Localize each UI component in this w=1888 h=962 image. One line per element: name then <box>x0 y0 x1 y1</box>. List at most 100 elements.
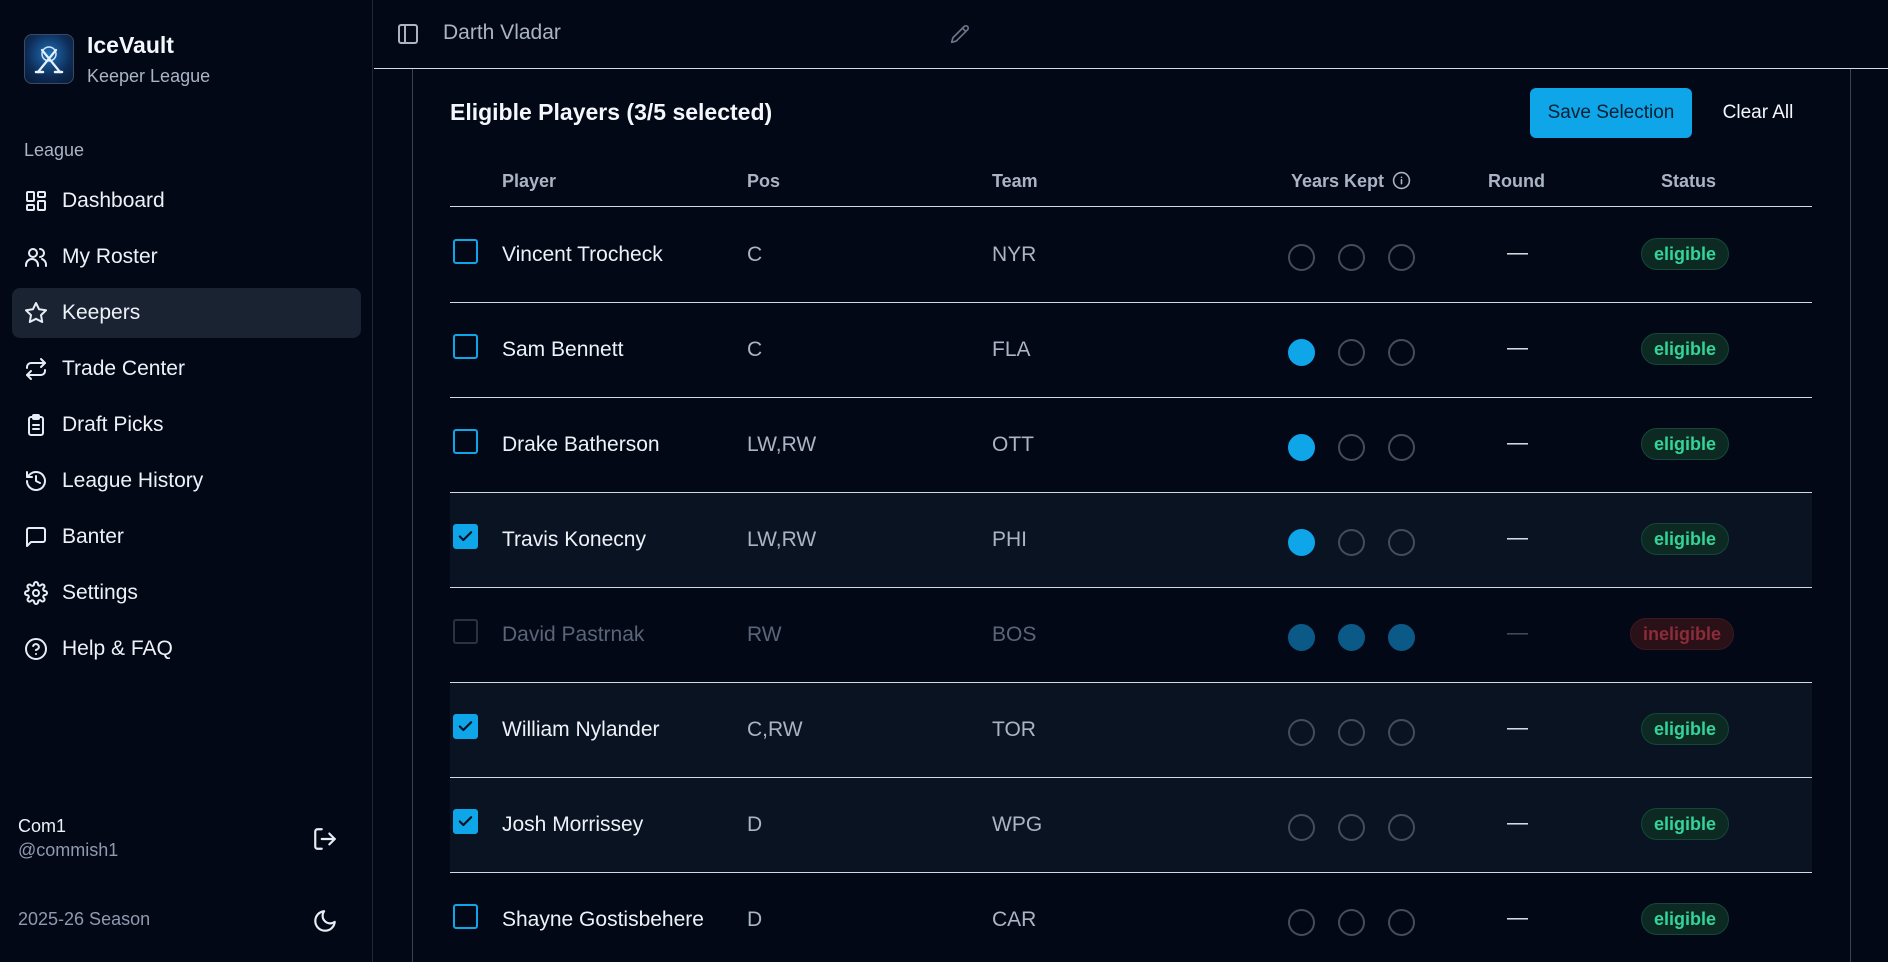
player-team: FLA <box>992 338 1031 361</box>
col-team[interactable]: Team <box>992 171 1038 192</box>
icevault-logo <box>24 34 74 84</box>
year-kept-dot-empty <box>1338 814 1365 841</box>
check-icon <box>458 816 473 827</box>
brand[interactable]: IceVault Keeper League <box>24 31 210 87</box>
sidebar: IceVault Keeper League League Dashboard … <box>0 0 373 962</box>
chat-icon <box>24 525 48 549</box>
sidebar-item-trade-center[interactable]: Trade Center <box>12 344 361 394</box>
table-row[interactable]: Sam Bennett C FLA — eligible <box>450 303 1812 398</box>
year-kept-dot-empty <box>1288 719 1315 746</box>
player-position: D <box>747 908 763 931</box>
keeper-checkbox[interactable] <box>453 809 478 834</box>
year-kept-dot-filled <box>1288 624 1315 651</box>
table-row[interactable]: Drake Batherson LW,RW OTT — eligible <box>450 398 1812 493</box>
sidebar-item-label: My Roster <box>62 245 158 268</box>
player-name: Vincent Trocheck <box>502 243 663 266</box>
player-team: OTT <box>992 433 1034 456</box>
player-team: PHI <box>992 528 1028 551</box>
year-kept-dot-empty <box>1288 909 1315 936</box>
years-kept-indicator <box>1288 719 1438 746</box>
table-row[interactable]: Vincent Trocheck C NYR — eligible <box>450 208 1812 303</box>
year-kept-dot-empty <box>1338 434 1365 461</box>
col-years-kept-label: Years Kept <box>1291 171 1385 191</box>
sidebar-item-settings[interactable]: Settings <box>12 568 361 618</box>
status-badge: eligible <box>1641 333 1730 365</box>
clipboard-icon <box>24 413 48 437</box>
sidebar-item-my-roster[interactable]: My Roster <box>12 232 361 282</box>
keeper-checkbox[interactable] <box>453 904 478 929</box>
sidebar-item-banter[interactable]: Banter <box>12 512 361 562</box>
keeper-round: — <box>1507 336 1528 359</box>
player-team: NYR <box>992 243 1037 266</box>
table-row[interactable]: Travis Konecny LW,RW PHI — eligible <box>450 493 1812 588</box>
history-icon <box>24 469 48 493</box>
year-kept-dot-empty <box>1388 434 1415 461</box>
player-position: C <box>747 243 763 266</box>
player-position: RW <box>747 623 782 646</box>
keeper-checkbox[interactable] <box>453 239 478 264</box>
sidebar-item-label: Banter <box>62 525 124 548</box>
user-profile: Com1 @commish1 <box>18 815 118 861</box>
year-kept-dot-empty <box>1388 719 1415 746</box>
player-position: C,RW <box>747 718 803 741</box>
status-badge: eligible <box>1641 903 1730 935</box>
player-position: LW,RW <box>747 528 817 551</box>
status-badge: eligible <box>1641 428 1730 460</box>
keeper-checkbox[interactable] <box>453 714 478 739</box>
sidebar-item-league-history[interactable]: League History <box>12 456 361 506</box>
status-badge: eligible <box>1641 713 1730 745</box>
player-team: CAR <box>992 908 1037 931</box>
keeper-checkbox[interactable] <box>453 334 478 359</box>
table-row[interactable]: David Pastrnak RW BOS — ineligible <box>450 588 1812 683</box>
keeper-round: — <box>1507 811 1528 834</box>
year-kept-dot-empty <box>1288 244 1315 271</box>
keeper-checkbox <box>453 619 478 644</box>
keeper-round: — <box>1507 621 1528 644</box>
clear-all-button[interactable]: Clear All <box>1710 88 1806 138</box>
pencil-icon[interactable] <box>950 24 970 44</box>
years-kept-indicator <box>1288 814 1438 841</box>
sidebar-item-dashboard[interactable]: Dashboard <box>12 176 361 226</box>
keeper-checkbox[interactable] <box>453 429 478 454</box>
col-round[interactable]: Round <box>1488 171 1545 192</box>
season-label: 2025-26 Season <box>18 909 151 929</box>
info-icon[interactable] <box>1392 171 1411 195</box>
keeper-round: — <box>1507 431 1528 454</box>
sidebar-item-draft-picks[interactable]: Draft Picks <box>12 400 361 450</box>
years-kept-indicator <box>1288 339 1438 366</box>
year-kept-dot-empty <box>1338 529 1365 556</box>
sidebar-toggle-icon[interactable] <box>396 22 420 46</box>
table-row[interactable]: Josh Morrissey D WPG — eligible <box>450 778 1812 873</box>
table-row[interactable]: Shayne Gostisbehere D CAR — eligible <box>450 873 1812 962</box>
player-name: Drake Batherson <box>502 433 660 456</box>
user-name: Com1 <box>18 816 67 836</box>
sidebar-item-help-faq[interactable]: Help & FAQ <box>12 624 361 674</box>
check-icon <box>458 531 473 542</box>
col-years-kept: Years Kept <box>1291 171 1411 195</box>
keeper-checkbox[interactable] <box>453 524 478 549</box>
logout-icon[interactable] <box>312 826 338 852</box>
moon-icon[interactable] <box>312 908 338 934</box>
dashboard-icon <box>24 189 48 213</box>
table-row[interactable]: William Nylander C,RW TOR — eligible <box>450 683 1812 778</box>
keeper-round: — <box>1507 241 1528 264</box>
table-header: Player Pos Team Years Kept Round Status <box>450 165 1812 207</box>
col-player[interactable]: Player <box>502 171 556 192</box>
year-kept-dot-empty <box>1388 909 1415 936</box>
sidebar-item-keepers[interactable]: Keepers <box>12 288 361 338</box>
year-kept-dot-empty <box>1338 719 1365 746</box>
player-name: Shayne Gostisbehere <box>502 908 704 931</box>
team-name: Darth Vladar <box>443 21 561 44</box>
player-position: LW,RW <box>747 433 817 456</box>
col-pos[interactable]: Pos <box>747 171 780 192</box>
save-selection-button[interactable]: Save Selection <box>1530 88 1692 138</box>
app-subtitle: Keeper League <box>87 66 211 86</box>
player-position: C <box>747 338 763 361</box>
player-name: Sam Bennett <box>502 338 624 361</box>
year-kept-dot-filled <box>1288 529 1315 556</box>
col-status[interactable]: Status <box>1661 171 1716 192</box>
year-kept-dot-empty <box>1388 529 1415 556</box>
player-team: TOR <box>992 718 1036 741</box>
help-icon <box>24 637 48 661</box>
years-kept-indicator <box>1288 909 1438 936</box>
